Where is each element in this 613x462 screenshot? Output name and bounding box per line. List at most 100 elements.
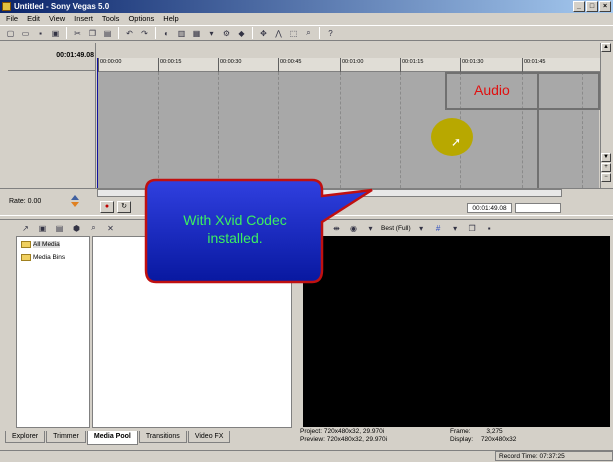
preview-quality-select[interactable]: Best (Full) bbox=[381, 225, 411, 232]
paste-icon[interactable]: ▤ bbox=[101, 27, 114, 39]
preview-info-panel: Project: 720x480x32, 29.970i Frame: 3,27… bbox=[300, 428, 610, 448]
audio-annotation-label: Audio bbox=[474, 82, 510, 98]
rate-label: Rate: 0.00 bbox=[9, 198, 42, 205]
chevron-down-icon[interactable]: ▾ bbox=[415, 222, 428, 234]
chart-icon[interactable]: ▦ bbox=[190, 27, 203, 39]
open-folder-icon[interactable]: ▭ bbox=[19, 27, 32, 39]
envelope-tool-icon[interactable]: ⋀ bbox=[272, 27, 285, 39]
maximize-button[interactable]: □ bbox=[586, 1, 598, 12]
header-divider bbox=[8, 70, 96, 71]
callout-line-2: installed. bbox=[207, 230, 263, 246]
menu-help[interactable]: Help bbox=[163, 13, 178, 25]
cut-icon[interactable]: ✂ bbox=[71, 27, 84, 39]
redo-icon[interactable]: ↷ bbox=[138, 27, 151, 39]
ruler-tick: 00:00:45 bbox=[278, 58, 301, 72]
copy-snapshot-icon[interactable]: ❐ bbox=[466, 222, 479, 234]
menu-bar: File Edit View Insert Tools Options Help bbox=[0, 13, 613, 25]
menu-options[interactable]: Options bbox=[128, 13, 154, 25]
get-media-icon[interactable]: ▤ bbox=[53, 222, 66, 234]
mixer-icon[interactable]: ▥ bbox=[175, 27, 188, 39]
menu-view[interactable]: View bbox=[49, 13, 65, 25]
tab-media-pool[interactable]: Media Pool bbox=[86, 431, 138, 445]
overlay-icon[interactable]: ◉ bbox=[347, 222, 360, 234]
ruler-tick: 00:01:30 bbox=[460, 58, 483, 72]
record-time-indicator: Record Time: 07:37:25 bbox=[495, 451, 613, 461]
properties-icon[interactable]: ▣ bbox=[49, 27, 62, 39]
ruler-tick: 00:00:30 bbox=[218, 58, 241, 72]
capture-icon[interactable]: ▣ bbox=[36, 222, 49, 234]
tab-transitions[interactable]: Transitions bbox=[138, 431, 187, 443]
selection-tool-icon[interactable]: ⬚ bbox=[287, 27, 300, 39]
track-divider bbox=[537, 110, 539, 188]
import-media-icon[interactable]: ↗ bbox=[19, 222, 32, 234]
grid-line bbox=[340, 72, 341, 188]
menu-insert[interactable]: Insert bbox=[74, 13, 93, 25]
tab-video-fx[interactable]: Video FX bbox=[187, 431, 231, 443]
preview-value: 720x480x32, 29.970i bbox=[326, 436, 388, 443]
undo-icon[interactable]: ↶ bbox=[123, 27, 136, 39]
grid-line bbox=[400, 72, 401, 188]
tree-item-media-bins[interactable]: Media Bins bbox=[17, 252, 89, 263]
ruler-tick: 00:00:15 bbox=[158, 58, 181, 72]
snap-icon[interactable]: ⚙ bbox=[220, 27, 233, 39]
callout-line-1: With Xvid Codec bbox=[183, 212, 287, 228]
split-screen-icon[interactable]: ⇼ bbox=[330, 222, 343, 234]
grid-overlay-icon[interactable]: # bbox=[432, 222, 445, 234]
playhead-cursor[interactable] bbox=[97, 58, 98, 188]
save-icon[interactable]: ▪ bbox=[34, 27, 47, 39]
scroll-up-icon[interactable]: ▲ bbox=[601, 43, 611, 52]
tree-item-label: All Media bbox=[33, 241, 60, 248]
grid-line bbox=[218, 72, 219, 188]
chevron-down-icon[interactable]: ▾ bbox=[205, 27, 218, 39]
tree-item-all-media[interactable]: All Media bbox=[17, 239, 89, 250]
tab-explorer[interactable]: Explorer bbox=[5, 431, 46, 443]
render-icon[interactable]: ◐ bbox=[160, 27, 173, 39]
new-file-icon[interactable]: ▢ bbox=[4, 27, 17, 39]
cursor-time-display: 00:01:49.08 bbox=[56, 52, 94, 59]
timeline-horizontal-scrollbar[interactable] bbox=[97, 189, 562, 197]
minimize-button[interactable]: _ bbox=[573, 1, 585, 12]
folder-icon bbox=[21, 241, 31, 248]
display-value: 720x480x32 bbox=[480, 436, 517, 443]
toolbar-separator bbox=[155, 27, 156, 39]
menu-tools[interactable]: Tools bbox=[102, 13, 120, 25]
ruler-tick: 00:00:00 bbox=[98, 58, 121, 72]
video-preview-screen bbox=[303, 236, 610, 427]
tree-item-label: Media Bins bbox=[33, 254, 66, 261]
audio-annotation-box-extension bbox=[538, 72, 600, 110]
callout-text: With Xvid Codec installed. bbox=[148, 211, 322, 271]
help-icon[interactable]: ? bbox=[324, 27, 337, 39]
copy-icon[interactable]: ❐ bbox=[86, 27, 99, 39]
frame-label: Frame: bbox=[450, 428, 471, 435]
ruler-tick: 00:01:15 bbox=[400, 58, 423, 72]
rate-slider-icon[interactable] bbox=[67, 194, 83, 208]
lock-icon[interactable]: ◆ bbox=[235, 27, 248, 39]
tab-trimmer[interactable]: Trimmer bbox=[46, 431, 86, 443]
timeline-ruler[interactable]: 00:00:00 00:00:15 00:00:30 00:00:45 00:0… bbox=[97, 58, 600, 72]
close-button[interactable]: × bbox=[599, 1, 611, 12]
toolbar-separator bbox=[252, 27, 253, 39]
record-icon[interactable]: ● bbox=[100, 201, 114, 213]
preview-label: Preview: bbox=[300, 436, 325, 443]
save-snapshot-icon[interactable]: ▪ bbox=[483, 222, 496, 234]
mouse-pointer-icon: ➚ bbox=[451, 135, 462, 149]
scroll-down-icon[interactable]: ▼ bbox=[601, 153, 611, 162]
media-fx-icon[interactable]: ⬢ bbox=[70, 222, 83, 234]
chevron-down-icon[interactable]: ▾ bbox=[449, 222, 462, 234]
zoom-out-icon[interactable]: − bbox=[601, 173, 611, 182]
zoom-tool-icon[interactable]: ⌕ bbox=[302, 27, 315, 39]
video-preview-toolbar: ⇼ ◉ ▾ Best (Full) ▾ # ▾ ❐ ▪ bbox=[300, 222, 610, 234]
toolbar-separator bbox=[66, 27, 67, 39]
delete-icon[interactable]: ✕ bbox=[104, 222, 117, 234]
search-icon[interactable]: ⌕ bbox=[87, 222, 100, 234]
chevron-down-icon[interactable]: ▾ bbox=[364, 222, 377, 234]
menu-file[interactable]: File bbox=[6, 13, 18, 25]
grid-line bbox=[158, 72, 159, 188]
menu-edit[interactable]: Edit bbox=[27, 13, 40, 25]
folder-icon bbox=[21, 254, 31, 261]
normal-edit-tool-icon[interactable]: ✥ bbox=[257, 27, 270, 39]
timeline-vertical-scrollbar[interactable]: ▲ ▼ + − bbox=[600, 43, 611, 188]
zoom-in-icon[interactable]: + bbox=[601, 163, 611, 172]
loop-icon[interactable]: ↻ bbox=[117, 201, 131, 213]
media-bins-tree[interactable]: All Media Media Bins bbox=[16, 236, 90, 428]
